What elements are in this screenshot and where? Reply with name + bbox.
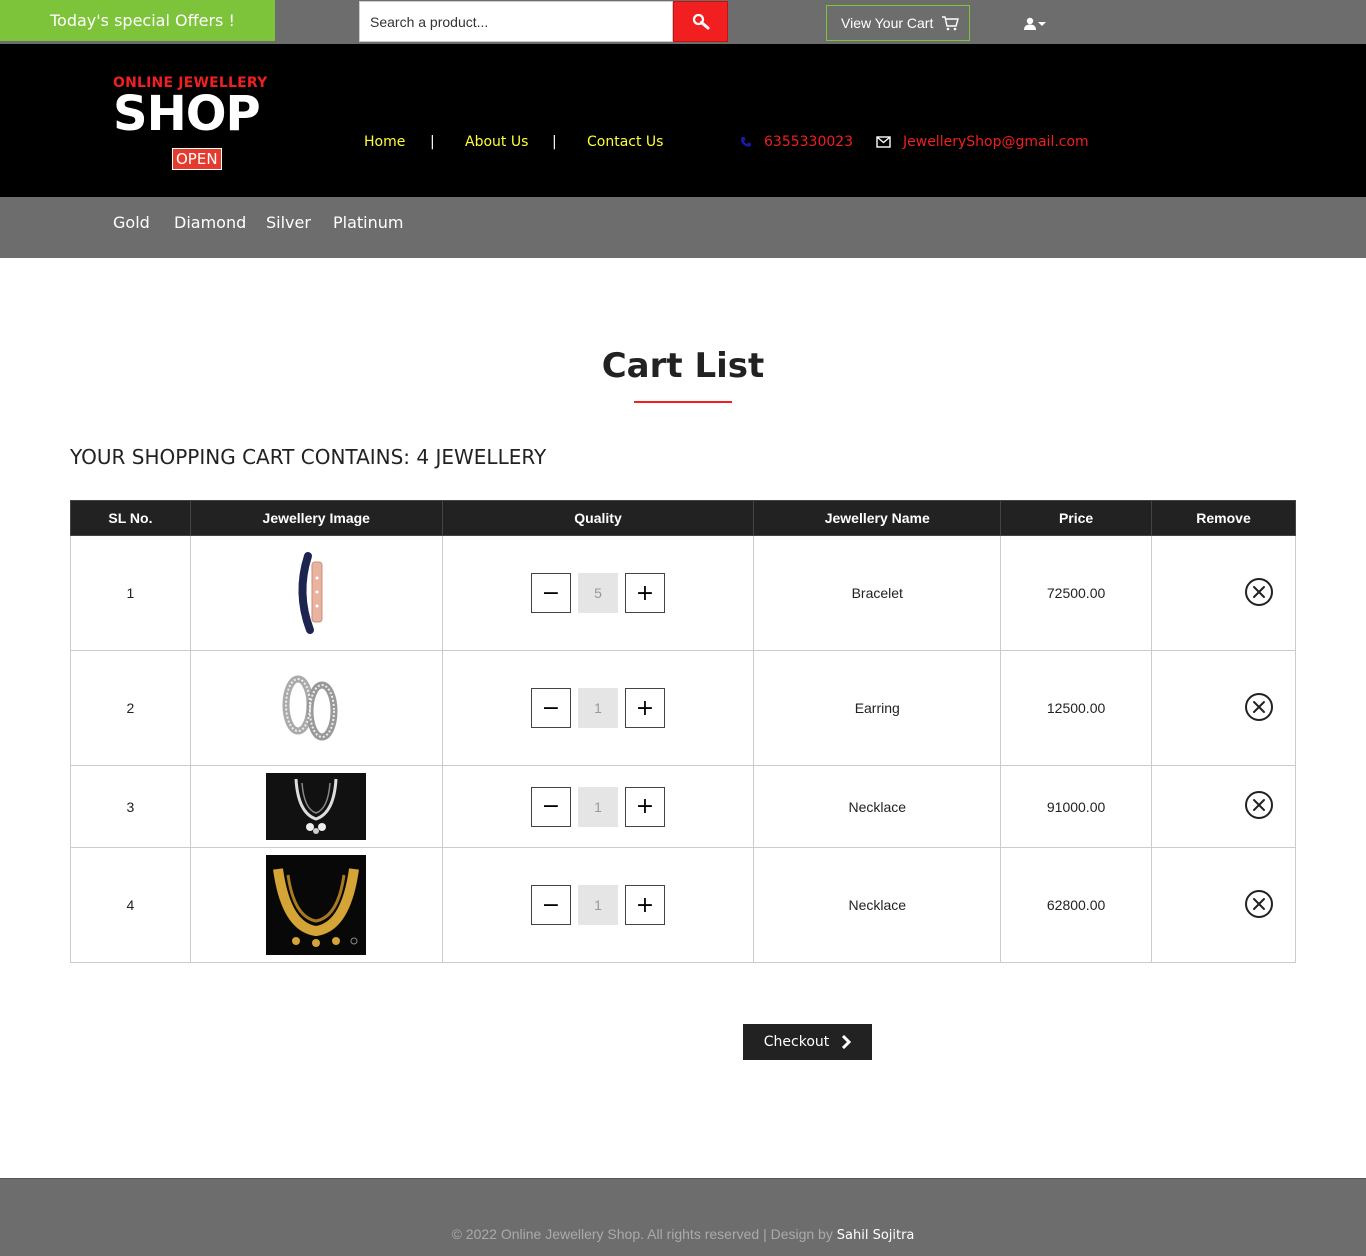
- col-image: Jewellery Image: [189, 500, 443, 536]
- decrease-quantity-button[interactable]: −: [531, 688, 572, 728]
- row-remove-cell: [1151, 847, 1296, 963]
- footer-copyright: © 2022 Online Jewellery Shop. All rights…: [0, 1226, 1366, 1243]
- silver-necklace-image[interactable]: [266, 773, 367, 840]
- row-sl: 4: [70, 847, 191, 963]
- row-remove-cell: [1151, 650, 1296, 766]
- user-menu[interactable]: [1024, 15, 1050, 33]
- row-price: 72500.00: [1000, 535, 1153, 651]
- decrease-quantity-button[interactable]: −: [531, 573, 572, 613]
- gold-necklace-image[interactable]: [266, 855, 367, 955]
- col-sl-no: SL No.: [70, 500, 191, 536]
- category-nav: Gold Diamond Silver Platinum: [0, 197, 1366, 258]
- row-quantity: − +: [441, 650, 755, 766]
- copyright-text: © 2022 Online Jewellery Shop. All rights…: [451, 1226, 833, 1242]
- category-silver[interactable]: Silver: [266, 213, 311, 232]
- row-name: Bracelet: [753, 535, 1002, 651]
- quantity-input[interactable]: [578, 688, 619, 728]
- col-remove: Remove: [1151, 500, 1296, 536]
- site-header: ONLINE JEWELLERY SHOP OPEN Home | About …: [0, 44, 1366, 197]
- increase-quantity-button[interactable]: +: [625, 573, 666, 613]
- row-quantity: − +: [441, 765, 755, 848]
- user-icon: [1024, 17, 1036, 30]
- row-image-cell: [189, 535, 443, 651]
- row-quantity: − +: [441, 535, 755, 651]
- remove-item-icon[interactable]: [1244, 692, 1274, 722]
- top-bar: Today's special Offers ! View Your Cart: [0, 0, 1366, 44]
- site-footer: © 2022 Online Jewellery Shop. All rights…: [0, 1178, 1366, 1256]
- nav-contact-us[interactable]: Contact Us: [587, 134, 663, 150]
- email-address[interactable]: JewelleryShop@gmail.com: [903, 134, 1089, 150]
- row-remove-cell: [1151, 765, 1296, 848]
- table-row: 3 − + Necklace 91000.00: [70, 765, 1296, 848]
- quantity-input[interactable]: [578, 573, 619, 613]
- phone-icon: [741, 137, 751, 147]
- phone-number[interactable]: 6355330023: [764, 134, 853, 150]
- row-sl: 2: [70, 650, 191, 766]
- cart-count-heading: YOUR SHOPPING CART CONTAINS: 4 JEWELLERY: [70, 445, 547, 469]
- category-gold[interactable]: Gold: [113, 213, 150, 232]
- row-price: 12500.00: [1000, 650, 1153, 766]
- logo-open-sign: OPEN: [172, 148, 222, 170]
- increase-quantity-button[interactable]: +: [625, 885, 666, 925]
- increase-quantity-button[interactable]: +: [625, 688, 666, 728]
- category-diamond[interactable]: Diamond: [174, 213, 246, 232]
- row-name: Necklace: [753, 765, 1002, 848]
- row-sl: 3: [70, 765, 191, 848]
- row-price: 91000.00: [1000, 765, 1153, 848]
- remove-item-icon[interactable]: [1244, 889, 1274, 919]
- search-input[interactable]: [359, 1, 673, 42]
- col-quality: Quality: [441, 500, 755, 536]
- increase-quantity-button[interactable]: +: [625, 786, 666, 827]
- view-cart-label: View Your Cart: [841, 15, 934, 31]
- col-name: Jewellery Name: [753, 500, 1002, 536]
- row-image-cell: [189, 650, 443, 766]
- shop-logo[interactable]: ONLINE JEWELLERY SHOP OPEN: [113, 75, 273, 175]
- special-offers-link[interactable]: Today's special Offers !: [0, 0, 275, 41]
- decrease-quantity-button[interactable]: −: [531, 786, 572, 827]
- table-header-row: SL No. Jewellery Image Quality Jewellery…: [70, 500, 1296, 536]
- chevron-right-icon: [842, 1035, 852, 1049]
- contact-email: JewelleryShop@gmail.com: [876, 134, 1089, 150]
- search-icon: [692, 13, 709, 29]
- logo-title: SHOP: [113, 86, 261, 142]
- envelope-icon: [876, 136, 891, 148]
- decrease-quantity-button[interactable]: −: [531, 885, 572, 925]
- remove-item-icon[interactable]: [1244, 790, 1274, 820]
- search-button[interactable]: [673, 1, 728, 42]
- remove-item-icon[interactable]: [1244, 577, 1274, 607]
- checkout-button[interactable]: Checkout: [743, 1024, 872, 1060]
- category-platinum[interactable]: Platinum: [333, 213, 403, 232]
- view-cart-button[interactable]: View Your Cart: [826, 5, 970, 41]
- cart-icon: [942, 16, 960, 31]
- table-row: 4 − + Necklace 62800.00: [70, 847, 1296, 963]
- bracelet-image[interactable]: [286, 548, 347, 638]
- nav-about-us[interactable]: About Us: [465, 134, 528, 150]
- quantity-input[interactable]: [578, 786, 619, 827]
- cart-table: SL No. Jewellery Image Quality Jewellery…: [70, 500, 1296, 963]
- title-underline: [634, 401, 732, 403]
- nav-separator: |: [552, 134, 557, 150]
- designer-link[interactable]: Sahil Sojitra: [837, 1228, 915, 1243]
- table-row: 2 − + Earring 12500.00: [70, 650, 1296, 766]
- row-price: 62800.00: [1000, 847, 1153, 963]
- row-image-cell: [189, 765, 443, 848]
- table-row: 1 − + Bracelet 72500.00: [70, 535, 1296, 651]
- quantity-input[interactable]: [578, 885, 619, 925]
- contact-phone: 6355330023: [740, 134, 853, 150]
- row-remove-cell: [1151, 535, 1296, 651]
- earring-image[interactable]: [266, 663, 367, 753]
- checkout-label: Checkout: [763, 1034, 830, 1050]
- col-price: Price: [1000, 500, 1153, 536]
- row-image-cell: [189, 847, 443, 963]
- page-title: Cart List: [601, 346, 765, 386]
- caret-down-icon: [1038, 22, 1046, 26]
- nav-home[interactable]: Home: [364, 134, 405, 150]
- row-name: Earring: [753, 650, 1002, 766]
- nav-separator: |: [430, 134, 435, 150]
- row-name: Necklace: [753, 847, 1002, 963]
- row-quantity: − +: [441, 847, 755, 963]
- row-sl: 1: [70, 535, 191, 651]
